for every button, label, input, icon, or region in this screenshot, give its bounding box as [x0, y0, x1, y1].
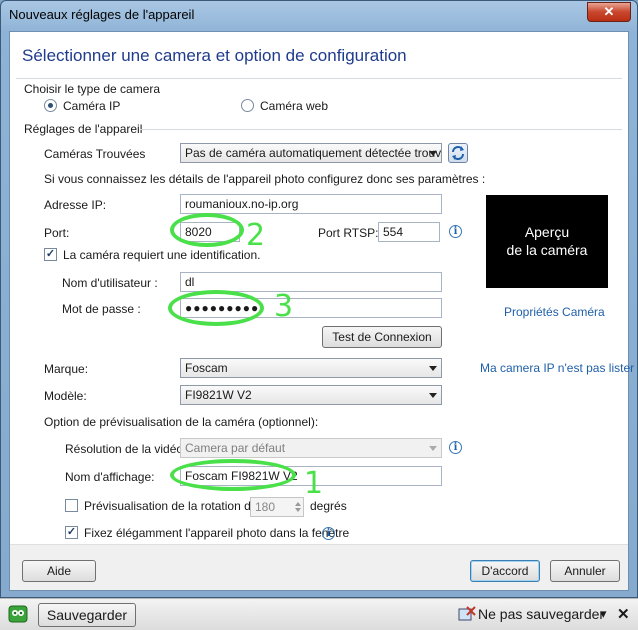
model-label: Modèle: — [44, 389, 87, 403]
camera-not-listed-link[interactable]: Ma camera IP n'est pas lister — [480, 361, 634, 375]
notification-bar: Sauvegarder Ne pas sauvegarder ▾ ✕ — [0, 598, 638, 630]
ip-input[interactable]: roumanioux.no-ip.org — [180, 194, 442, 214]
rotation-unit: degrés — [310, 499, 347, 513]
annotation-ring-port — [170, 213, 244, 247]
no-save-icon — [458, 606, 476, 621]
window-title: Nouveaux réglages de l'appareil — [9, 7, 195, 22]
chevron-down-icon — [429, 151, 437, 156]
cameras-found-value: Pas de caméra automatiquement détectée t… — [185, 146, 442, 160]
chevron-down-icon — [429, 446, 437, 451]
annotation-number-2: 2 — [246, 218, 266, 253]
brand-select[interactable]: Foscam — [180, 358, 442, 378]
cameras-found-label: Caméras Trouvées — [44, 147, 146, 161]
rtsp-label: Port RTSP: — [318, 226, 379, 240]
fit-checkbox[interactable]: ✓ — [65, 526, 78, 539]
rtsp-input[interactable]: 554 — [378, 222, 440, 242]
fit-label[interactable]: Fixez élégamment l'appareil photo dans l… — [84, 526, 349, 540]
refresh-icon — [452, 146, 464, 160]
dont-save-button[interactable]: Ne pas sauvegarder — [478, 606, 604, 622]
resolution-label: Résolution de la vidéo: — [65, 442, 187, 456]
refresh-button[interactable] — [448, 143, 468, 163]
auth-label[interactable]: La caméra requiert une identification. — [63, 248, 260, 262]
app-logo-icon — [8, 605, 28, 623]
dialog-footer: Aide D'accord Annuler — [10, 544, 628, 590]
brand-value: Foscam — [185, 361, 228, 375]
preview-line-1: Aperçu — [524, 224, 570, 240]
annotation-number-1: 1 — [304, 466, 324, 501]
device-settings-group-label: Réglages de l'appareil — [24, 122, 143, 136]
password-label: Mot de passe : — [62, 302, 141, 316]
radio-camera-ip[interactable] — [44, 99, 57, 112]
model-select[interactable]: FI9821W V2 — [180, 385, 442, 405]
info-icon[interactable]: i — [322, 527, 335, 540]
cancel-button[interactable]: Annuler — [550, 560, 620, 582]
resolution-select: Camera par défaut — [180, 438, 442, 458]
radio-camera-ip-label[interactable]: Caméra IP — [63, 99, 120, 113]
camera-properties-link[interactable]: Propriétés Caméra — [504, 305, 605, 319]
auth-checkbox[interactable]: ✓ — [44, 248, 57, 261]
divider — [140, 129, 622, 130]
radio-camera-web-label[interactable]: Caméra web — [260, 99, 328, 113]
camera-preview: Aperçu de la caméra — [486, 195, 608, 288]
cameras-found-select[interactable]: Pas de caméra automatiquement détectée t… — [180, 143, 442, 163]
username-label: Nom d'utilisateur : — [62, 276, 158, 290]
rotation-label: Prévisualisation de la rotation de: — [84, 499, 261, 513]
info-icon[interactable]: i — [449, 225, 462, 238]
stepper-down-icon — [295, 508, 301, 512]
annotation-ring-password — [168, 290, 264, 326]
info-icon[interactable]: i — [449, 441, 462, 454]
ok-button[interactable]: D'accord — [470, 560, 540, 582]
preview-line-2: de la caméra — [506, 242, 588, 258]
close-icon[interactable]: ✕ — [617, 605, 630, 623]
save-button[interactable]: Sauvegarder — [38, 603, 136, 627]
resolution-value: Camera par défaut — [185, 441, 286, 455]
chevron-down-icon — [429, 393, 437, 398]
rotation-value: 180 — [255, 500, 276, 514]
annotation-ring-display-name — [170, 459, 296, 491]
rotation-stepper: 180 — [250, 497, 304, 517]
hint-text: Si vous connaissez les détails de l'appa… — [44, 172, 486, 186]
rotation-checkbox[interactable] — [65, 499, 78, 512]
annotation-number-3: 3 — [274, 289, 294, 324]
page-title: Sélectionner une camera et option de con… — [22, 46, 407, 65]
radio-camera-web[interactable] — [241, 99, 254, 112]
chevron-down-icon[interactable]: ▾ — [600, 606, 607, 622]
divider — [16, 78, 622, 79]
dialog-window: Nouveaux réglages de l'appareil ✕ Sélect… — [0, 0, 638, 598]
camera-type-group-label: Choisir le type de camera — [24, 82, 161, 96]
port-label: Port: — [44, 226, 70, 240]
preview-options-label: Option de prévisualisation de la caméra … — [44, 415, 319, 429]
display-name-label: Nom d'affichage: — [65, 470, 155, 484]
help-button[interactable]: Aide — [22, 560, 96, 582]
brand-label: Marque: — [44, 362, 89, 376]
username-input[interactable]: dl — [180, 272, 442, 292]
model-value: FI9821W V2 — [185, 388, 252, 402]
window-close-button[interactable]: ✕ — [587, 2, 631, 22]
ip-label: Adresse IP: — [44, 198, 107, 212]
chevron-down-icon — [429, 366, 437, 371]
dialog-client: Sélectionner une camera et option de con… — [9, 31, 634, 591]
test-connection-button[interactable]: Test de Connexion — [322, 326, 442, 348]
stepper-up-icon — [295, 502, 301, 506]
